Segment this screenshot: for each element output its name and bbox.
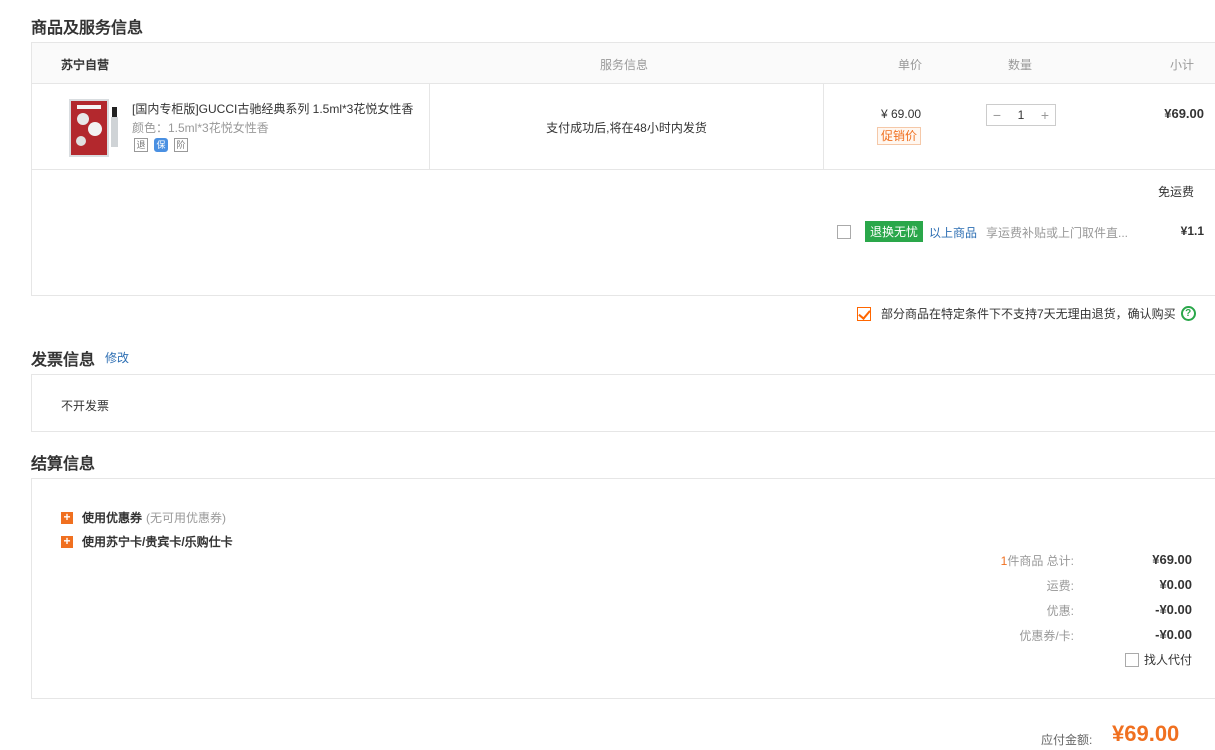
invoice-box: 不开发票 (31, 374, 1215, 432)
product-name[interactable]: [国内专柜版]GUCCI古驰经典系列 1.5ml*3花悦女性香 (132, 100, 413, 117)
qty-increase-button[interactable]: + (1035, 105, 1055, 125)
product-row: [国内专柜版]GUCCI古驰经典系列 1.5ml*3花悦女性香 颜色：1.5ml… (31, 83, 1215, 170)
quantity-stepper: − 1 + (986, 104, 1056, 126)
proxy-pay-row[interactable]: 找人代付 (1125, 651, 1192, 668)
help-icon[interactable]: ? (1180, 306, 1196, 321)
free-shipping-label: 免运费 (1158, 185, 1195, 199)
invoice-section-title: 发票信息 (31, 352, 96, 369)
coupon-label[interactable]: 使用优惠券 (82, 509, 142, 526)
store-name: 苏宁自营 (61, 58, 110, 72)
product-image[interactable] (69, 99, 119, 157)
payable-value: ¥69.00 (1112, 721, 1180, 746)
guarantee-service-icon[interactable]: 保 (154, 138, 168, 152)
return-service-icon[interactable]: 退 (134, 138, 148, 152)
divider (823, 83, 824, 169)
invoice-edit-link[interactable]: 修改 (105, 349, 129, 366)
coupon-row[interactable]: + 使用优惠券 (无可用优惠券) (61, 509, 226, 526)
unit-price: ¥ 69.00 (881, 107, 922, 121)
return-scope-link[interactable]: 以上商品 (929, 224, 977, 241)
price-protect-service-icon[interactable]: 阶 (174, 138, 188, 152)
coupon-card-label: 优惠券/卡: (1019, 629, 1074, 643)
return-insurance-checkbox[interactable] (837, 225, 851, 239)
coupon-note: (无可用优惠券) (146, 511, 227, 525)
items-label: 件商品 总计: (1007, 554, 1074, 568)
goods-section-title: 商品及服务信息 (31, 20, 144, 37)
proxy-pay-checkbox[interactable] (1125, 652, 1139, 667)
header-service: 服务信息 (600, 58, 649, 72)
perfume-image (69, 99, 118, 157)
qty-input[interactable]: 1 (1007, 108, 1035, 122)
settle-box: + 使用优惠券 (无可用优惠券) + 使用苏宁卡/贵宾卡/乐购仕卡 1件商品 总… (31, 478, 1215, 699)
expand-plus-icon: + (61, 511, 73, 524)
settle-section-title: 结算信息 (31, 456, 96, 473)
discount-value: -¥0.00 (1155, 602, 1192, 617)
header-unit-price: 单价 (898, 58, 923, 72)
freight-label: 运费: (1046, 579, 1074, 593)
coupon-card-value: -¥0.00 (1155, 627, 1192, 642)
qty-decrease-button[interactable]: − (987, 105, 1007, 125)
freight-value: ¥0.00 (1159, 577, 1192, 592)
items-total-label: 1件商品 总计: (972, 552, 1074, 569)
product-color: 颜色：1.5ml*3花悦女性香 (132, 121, 269, 135)
service-icons: 退 保 阶 (134, 138, 194, 152)
goods-table-header: 苏宁自营 服务信息 单价 数量 小计 (31, 42, 1215, 84)
expand-plus-icon: + (61, 535, 73, 548)
invoice-value: 不开发票 (61, 399, 110, 413)
promo-price-tag: 促销价 (877, 127, 922, 145)
card-label[interactable]: 使用苏宁卡/贵宾卡/乐购仕卡 (82, 533, 233, 550)
discount-label: 优惠: (1046, 604, 1074, 618)
return-worry-free-tag: 退换无忧 (865, 221, 924, 242)
header-subtotal: 小计 (1170, 58, 1195, 72)
card-row[interactable]: + 使用苏宁卡/贵宾卡/乐购仕卡 (61, 533, 233, 550)
payable-label: 应付金额: (1041, 733, 1093, 747)
items-total-value: ¥69.00 (1152, 552, 1192, 567)
shipping-box: 免运费 退换无忧 以上商品 享运费补贴或上门取件直... ¥1.1 (31, 169, 1215, 296)
return-description: 享运费补贴或上门取件直... (986, 226, 1129, 240)
return-notice: 部分商品在特定条件下不支持7天无理由退货，确认购买 ? (857, 305, 1196, 322)
return-notice-text: 部分商品在特定条件下不支持7天无理由退货，确认购买 (881, 307, 1176, 321)
return-insurance-price: ¥1.1 (1180, 224, 1204, 238)
confirm-purchase-checkbox[interactable] (857, 306, 871, 321)
product-subtotal: ¥69.00 (1164, 106, 1204, 121)
header-quantity: 数量 (1008, 58, 1033, 72)
proxy-pay-label[interactable]: 找人代付 (1144, 651, 1192, 668)
delivery-service-text: 支付成功后,将在48小时内发货 (546, 121, 707, 135)
